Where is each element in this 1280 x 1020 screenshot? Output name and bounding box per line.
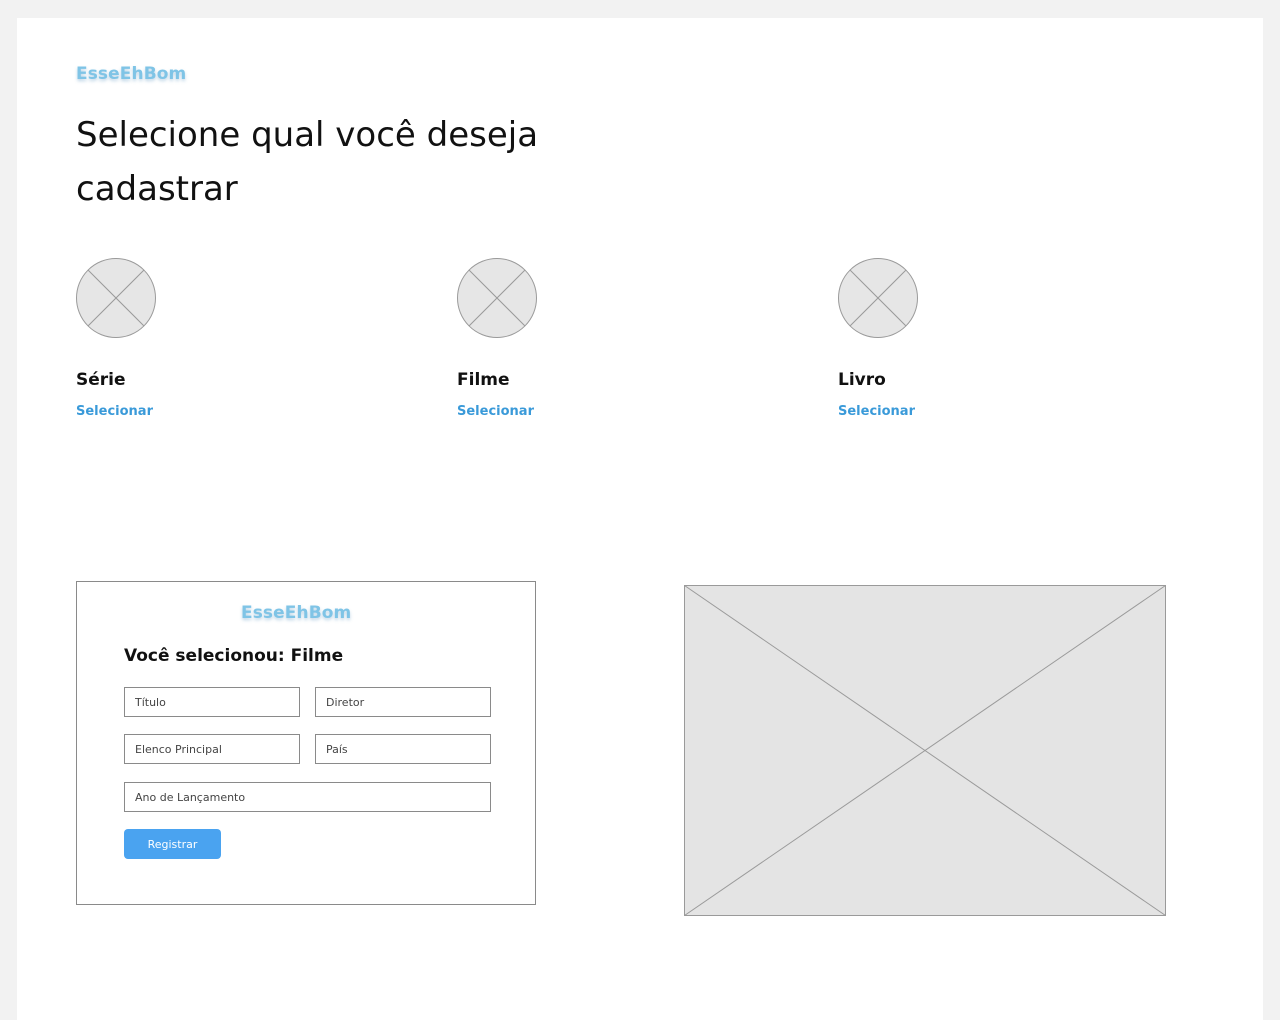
form-heading: Você selecionou: Filme — [124, 646, 344, 666]
image-placeholder-icon — [457, 258, 537, 338]
image-placeholder-icon — [838, 258, 918, 338]
title-field[interactable] — [124, 687, 300, 717]
page-title: Selecione qual você deseja cadastrar — [76, 115, 539, 209]
brand-logo[interactable]: EsseEhBom — [76, 64, 186, 84]
register-button[interactable]: Registrar — [124, 829, 221, 859]
form-logo: EsseEhBom — [241, 603, 352, 623]
image-placeholder-icon — [76, 258, 156, 338]
cast-field[interactable] — [124, 734, 300, 764]
director-field[interactable] — [315, 687, 491, 717]
option-title: Livro — [838, 370, 886, 390]
select-serie-link[interactable]: Selecionar — [76, 404, 153, 419]
registration-form: EsseEhBom Você selecionou: Filme Registr… — [76, 581, 536, 905]
option-title: Filme — [457, 370, 510, 390]
select-filme-link[interactable]: Selecionar — [457, 404, 534, 419]
country-field[interactable] — [315, 734, 491, 764]
release-year-field[interactable] — [124, 782, 491, 812]
image-placeholder-icon — [684, 585, 1166, 916]
select-livro-link[interactable]: Selecionar — [838, 404, 915, 419]
option-filme: Filme Selecionar — [457, 258, 757, 419]
option-title: Série — [76, 370, 126, 390]
page-canvas: EsseEhBom Selecione qual você deseja cad… — [17, 18, 1263, 1020]
option-livro: Livro Selecionar — [838, 258, 1138, 419]
option-serie: Série Selecionar — [76, 258, 376, 419]
